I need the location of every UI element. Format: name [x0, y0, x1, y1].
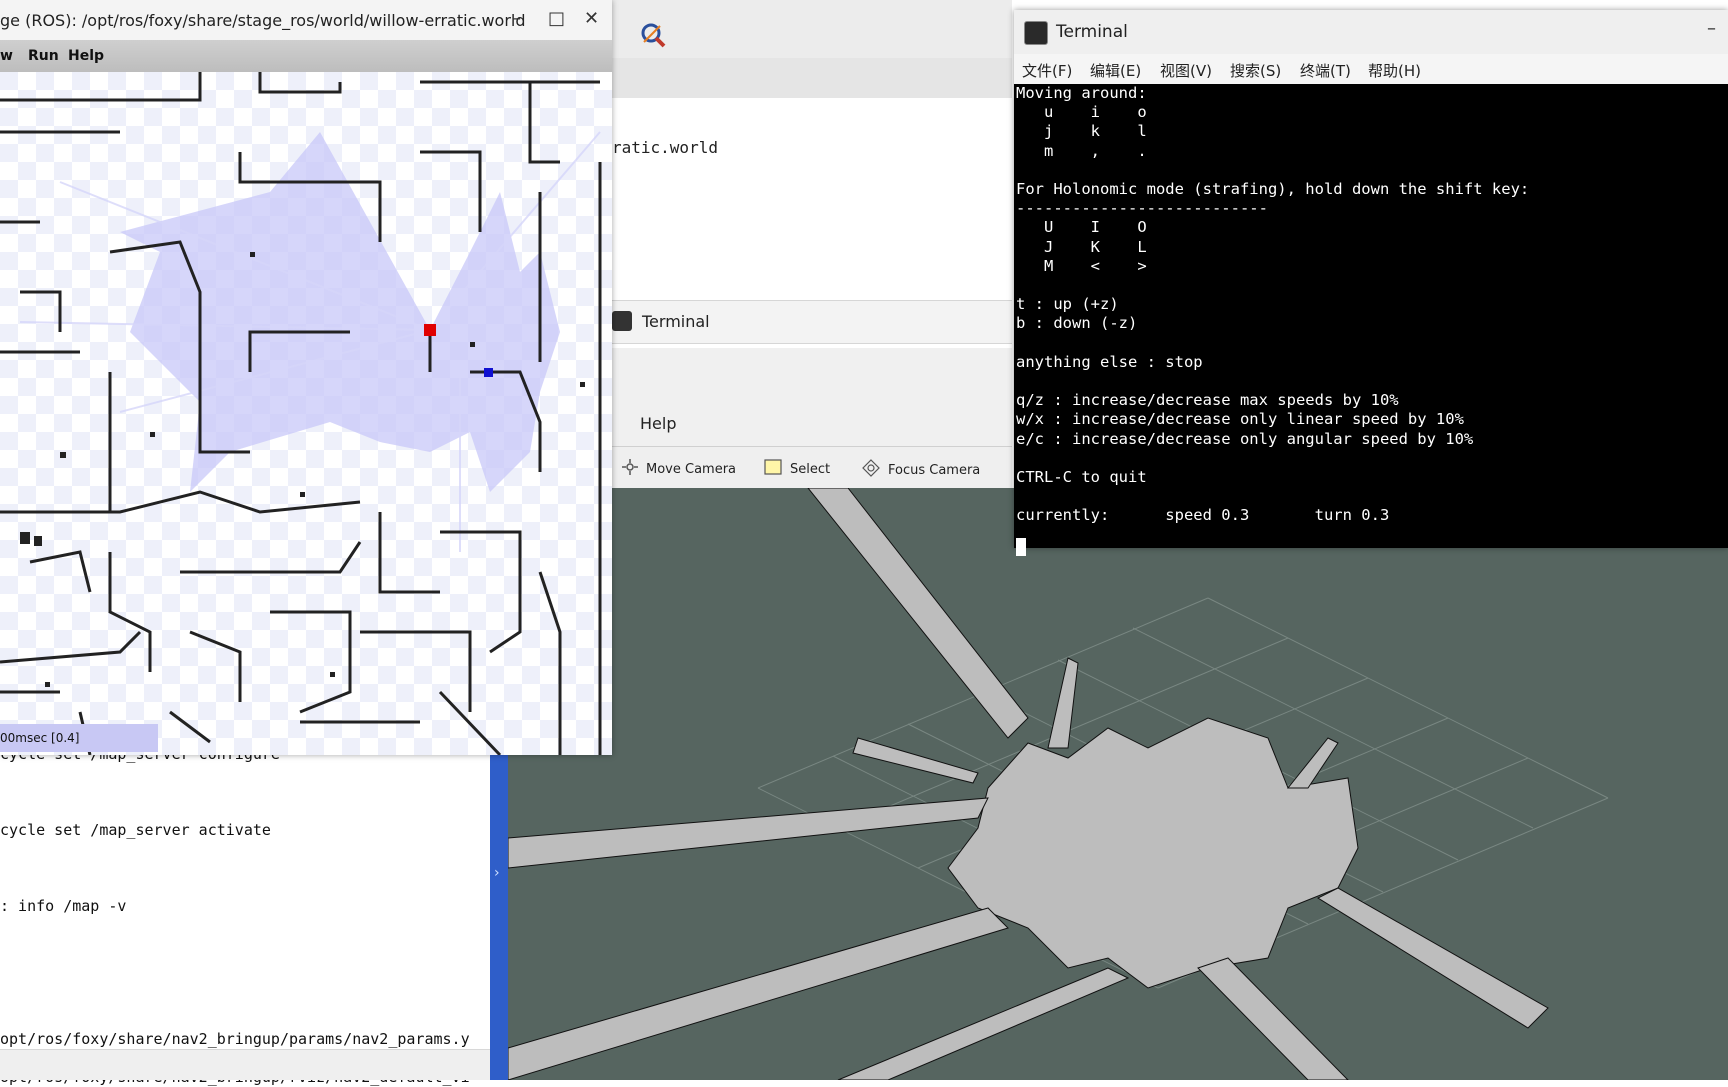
stage-menu-run[interactable]: Run: [28, 48, 59, 64]
terminal-title: Terminal: [1056, 22, 1128, 42]
minimize-icon[interactable]: –: [512, 8, 521, 29]
menu-help[interactable]: 帮助(H): [1368, 60, 1421, 81]
terminal-icon: [1024, 21, 1048, 45]
stage-title-bar[interactable]: ge (ROS): /opt/ros/foxy/share/stage_ros/…: [0, 0, 612, 40]
minimize-icon[interactable]: –: [1707, 18, 1716, 39]
terminal-output: Moving around: u i o j k l m , . For Hol…: [1016, 84, 1530, 525]
rviz-3d-viewport[interactable]: [508, 488, 1728, 1080]
robot-blue-marker: [484, 368, 493, 377]
stage-menu-view[interactable]: w: [0, 48, 13, 64]
rviz-menu-help[interactable]: Help: [640, 414, 676, 433]
rviz-toolbar-area: [612, 58, 1012, 98]
rviz-dialog-body: [612, 98, 1012, 298]
middle-terminal-title: Terminal: [642, 312, 710, 331]
side-panel-strip[interactable]: ›: [490, 745, 508, 1080]
robot-red-marker: [424, 324, 436, 336]
focus-camera-tool[interactable]: Focus Camera: [862, 459, 980, 481]
menu-file[interactable]: 文件(F): [1022, 60, 1072, 81]
back-terminal-status-bar: [0, 1049, 490, 1080]
stage-status-bar: 00msec [0.4]: [0, 724, 158, 752]
stage-status-text: 00msec [0.4]: [0, 731, 80, 745]
menu-edit[interactable]: 编辑(E): [1090, 60, 1141, 81]
stage-menu-help[interactable]: Help: [68, 48, 104, 64]
rviz-menu-bar: Help: [612, 348, 1012, 448]
back-terminal-output: cycle set /map_server configure cycle se…: [0, 745, 470, 1086]
focus-camera-icon: [862, 459, 880, 481]
rviz-path-text: ratic.world: [612, 138, 718, 157]
move-camera-tool[interactable]: Move Camera: [622, 459, 736, 479]
middle-terminal-title-bar[interactable]: Terminal: [612, 300, 1012, 344]
teleop-terminal-window[interactable]: Terminal – 文件(F) 编辑(E) 视图(V) 搜索(S) 终端(T)…: [1014, 10, 1728, 556]
move-camera-label: Move Camera: [646, 461, 737, 477]
rviz-title-bar: [612, 0, 1012, 60]
stage-window[interactable]: ge (ROS): /opt/ros/foxy/share/stage_ros/…: [0, 0, 612, 757]
terminal-title-bar[interactable]: Terminal –: [1014, 10, 1728, 54]
rviz-tools-bar: Move Camera Select Focus Camera: [612, 446, 1012, 490]
focus-camera-label: Focus Camera: [888, 462, 981, 478]
stage-menu-bar: w Run Help: [0, 40, 612, 73]
terminal-menu-bar: 文件(F) 编辑(E) 视图(V) 搜索(S) 终端(T) 帮助(H): [1014, 54, 1728, 84]
terminal-icon: [612, 311, 632, 331]
rviz-app-icon: [640, 22, 666, 48]
collapse-arrow-icon[interactable]: ›: [494, 865, 500, 881]
select-label: Select: [790, 461, 831, 477]
select-icon: [764, 459, 782, 479]
close-icon[interactable]: ✕: [584, 8, 599, 29]
back-terminal[interactable]: cycle set /map_server configure cycle se…: [0, 745, 490, 1086]
stage-occupancy-map: [0, 72, 612, 757]
select-tool[interactable]: Select: [764, 459, 830, 479]
maximize-icon[interactable]: □: [548, 8, 565, 29]
menu-terminal[interactable]: 终端(T): [1300, 60, 1351, 81]
terminal-cursor: [1016, 538, 1026, 556]
rviz-map-render: [508, 488, 1609, 1080]
move-camera-icon: [622, 459, 638, 479]
menu-view[interactable]: 视图(V): [1160, 60, 1212, 81]
stage-map-canvas[interactable]: [0, 72, 612, 757]
stage-window-title: ge (ROS): /opt/ros/foxy/share/stage_ros/…: [0, 11, 526, 30]
menu-search[interactable]: 搜索(S): [1230, 60, 1281, 81]
terminal-body[interactable]: Moving around: u i o j k l m , . For Hol…: [1014, 84, 1728, 556]
